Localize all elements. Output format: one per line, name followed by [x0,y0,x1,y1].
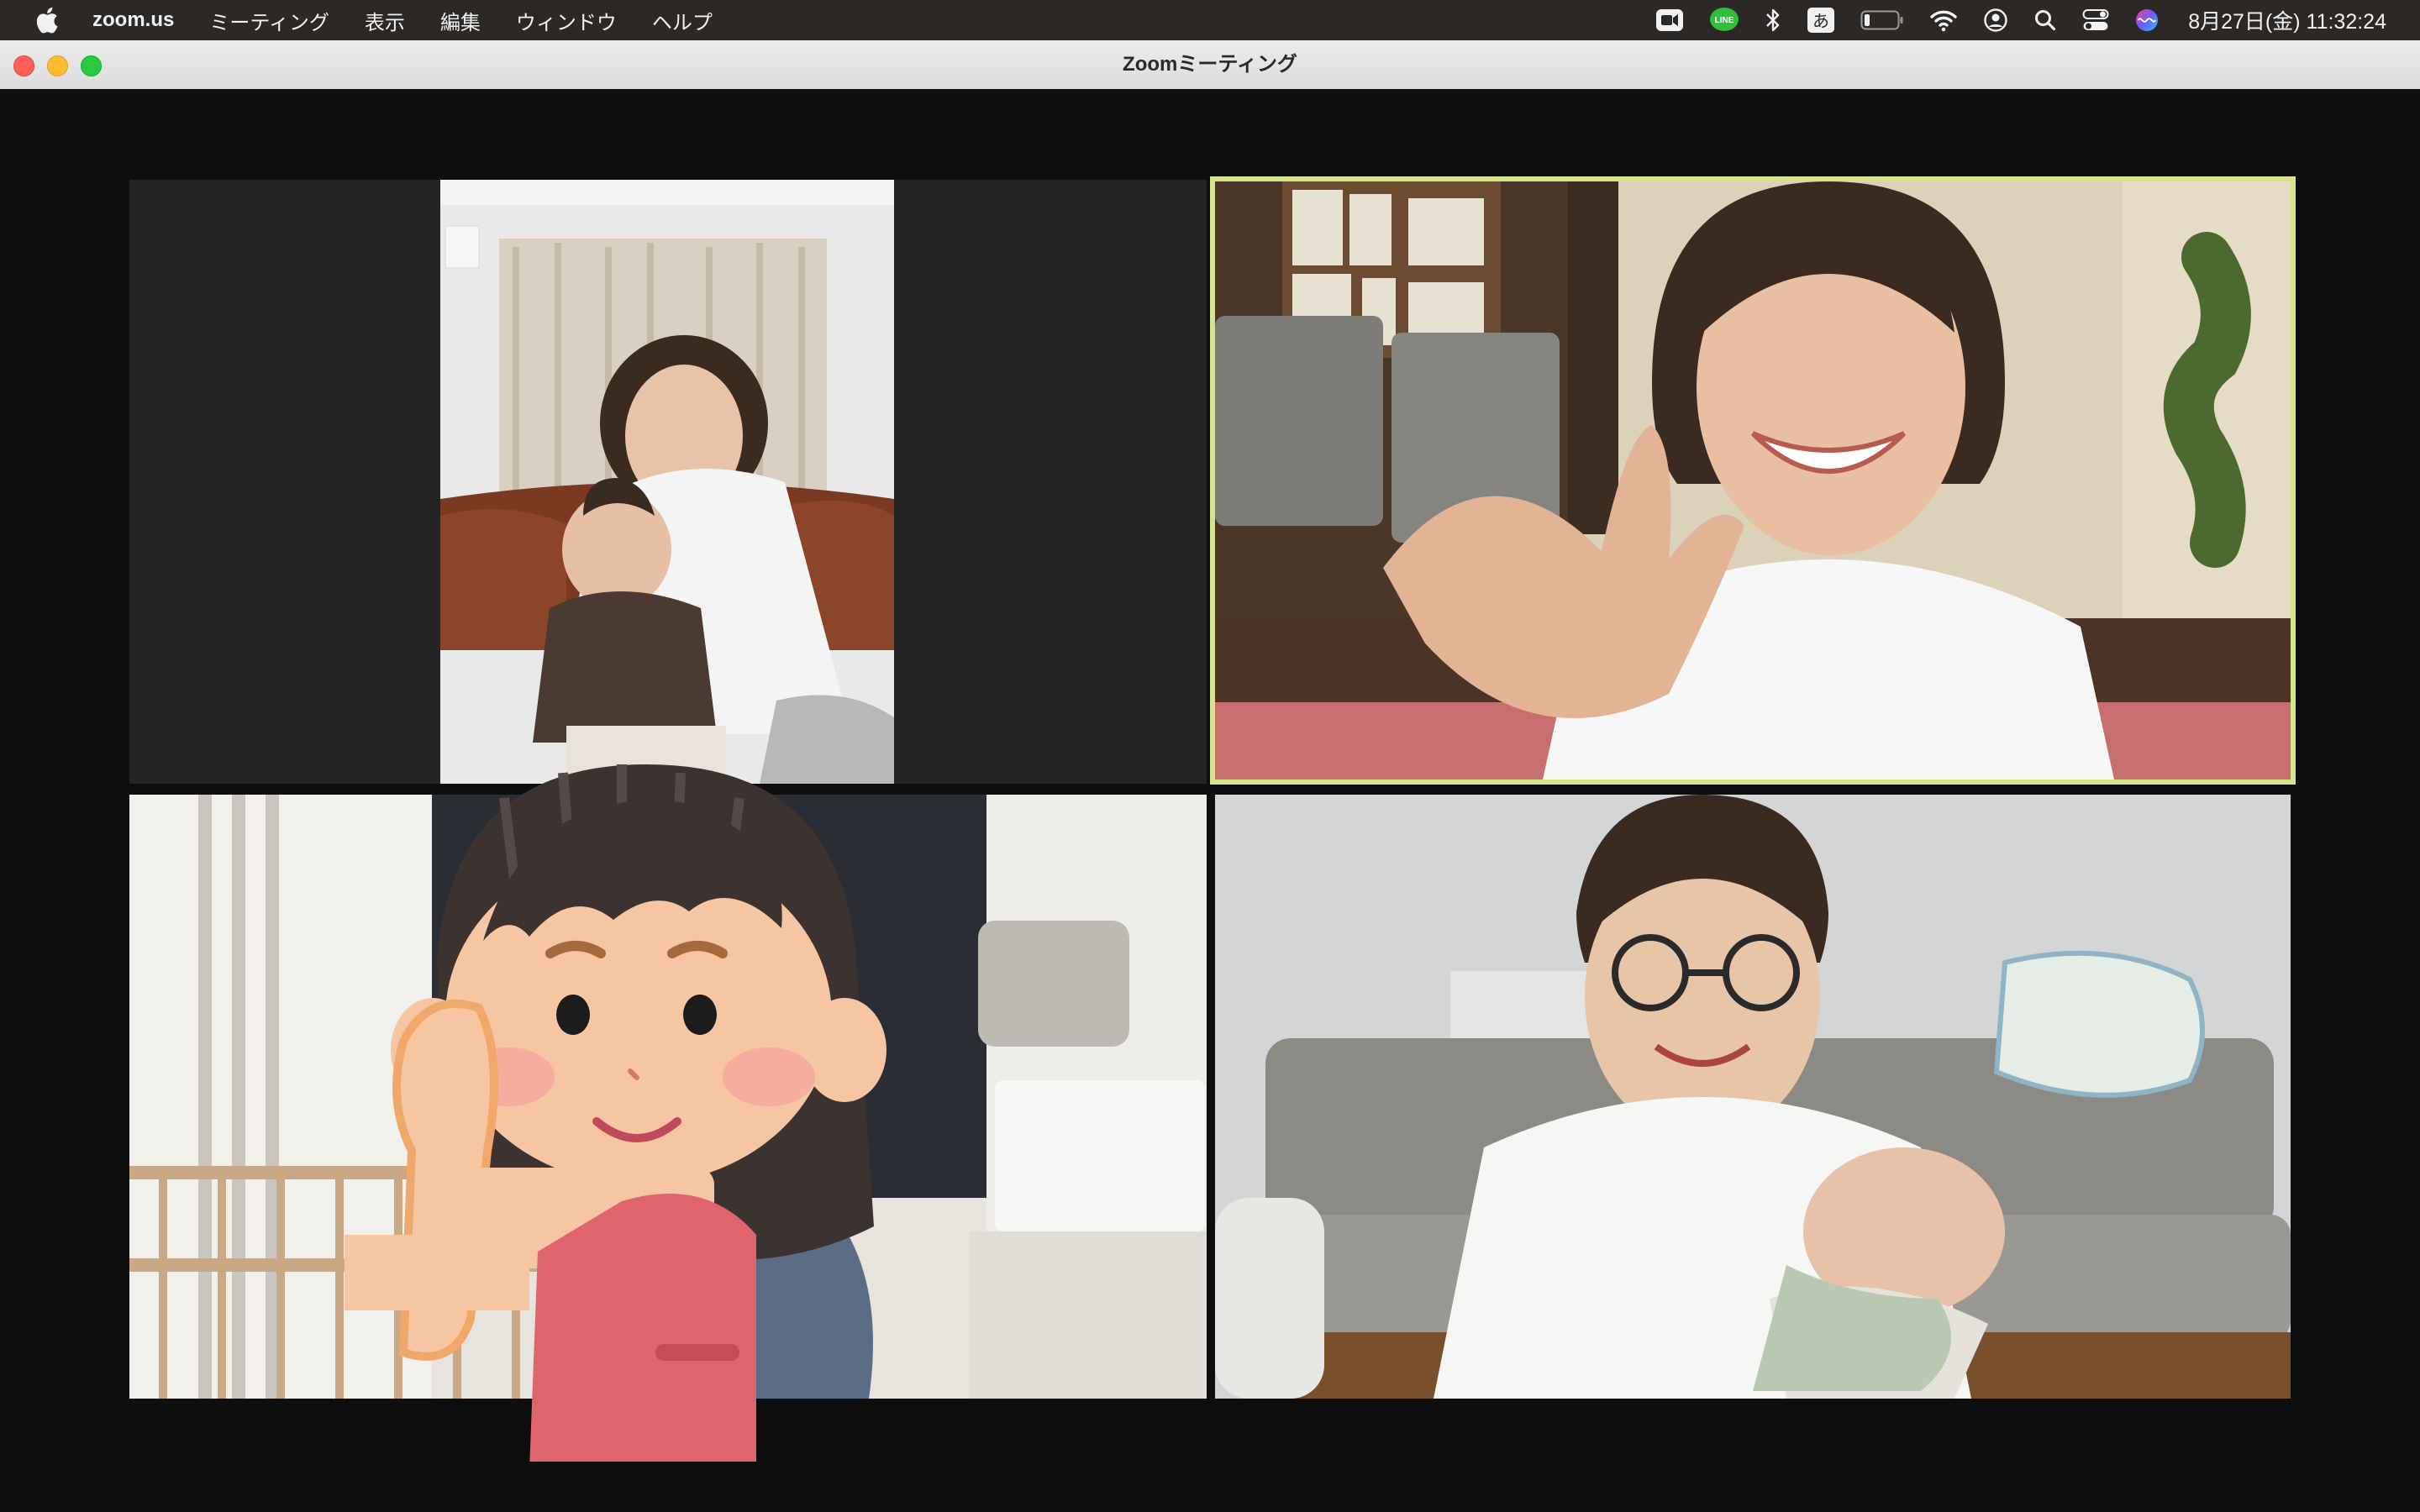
participant-video-2-active-speaker[interactable] [1210,176,2296,785]
participant-video-4[interactable] [1215,795,2291,1399]
spotlight-search-icon[interactable] [2033,0,2057,40]
user-account-icon[interactable] [1983,0,2008,40]
video-frame-2 [1215,181,2291,780]
menu-window[interactable]: ウィンドウ [516,6,617,35]
window-title: Zoomミーティング [1123,53,1297,76]
apple-menu-icon[interactable] [34,6,59,34]
menu-bar-clock[interactable]: 8月27日(金) 11:32:24 [2188,5,2386,35]
zoom-camera-icon[interactable] [1655,0,1684,40]
menu-edit[interactable]: 編集 [440,6,481,35]
control-center-icon[interactable] [2082,0,2109,40]
menu-meeting[interactable]: ミーティング [209,6,329,35]
video-frame-4 [1215,795,2291,1399]
cartoon-avatar-overlay [345,764,886,1462]
menu-help[interactable]: ヘルプ [652,6,713,35]
participant-video-1[interactable] [129,180,1207,784]
line-icon[interactable]: LINE [1709,0,1739,40]
siri-icon[interactable] [2134,0,2160,40]
input-method-label: あ [1812,11,1829,31]
app-menu[interactable]: zoom.us [92,8,174,32]
line-icon-label: LINE [1715,16,1734,25]
bluetooth-icon[interactable] [1765,0,1781,40]
menu-bar: zoom.us ミーティング 表示 編集 ウィンドウ ヘルプ LINE あ 8月… [0,0,2420,40]
menu-view[interactable]: 表示 [365,6,405,35]
window-title-bar[interactable]: Zoomミーティング [0,40,2420,90]
video-frame-1 [129,180,1207,784]
battery-icon[interactable] [1860,0,1904,40]
wifi-icon[interactable] [1929,0,1958,40]
input-method-icon[interactable]: あ [1807,0,1835,40]
